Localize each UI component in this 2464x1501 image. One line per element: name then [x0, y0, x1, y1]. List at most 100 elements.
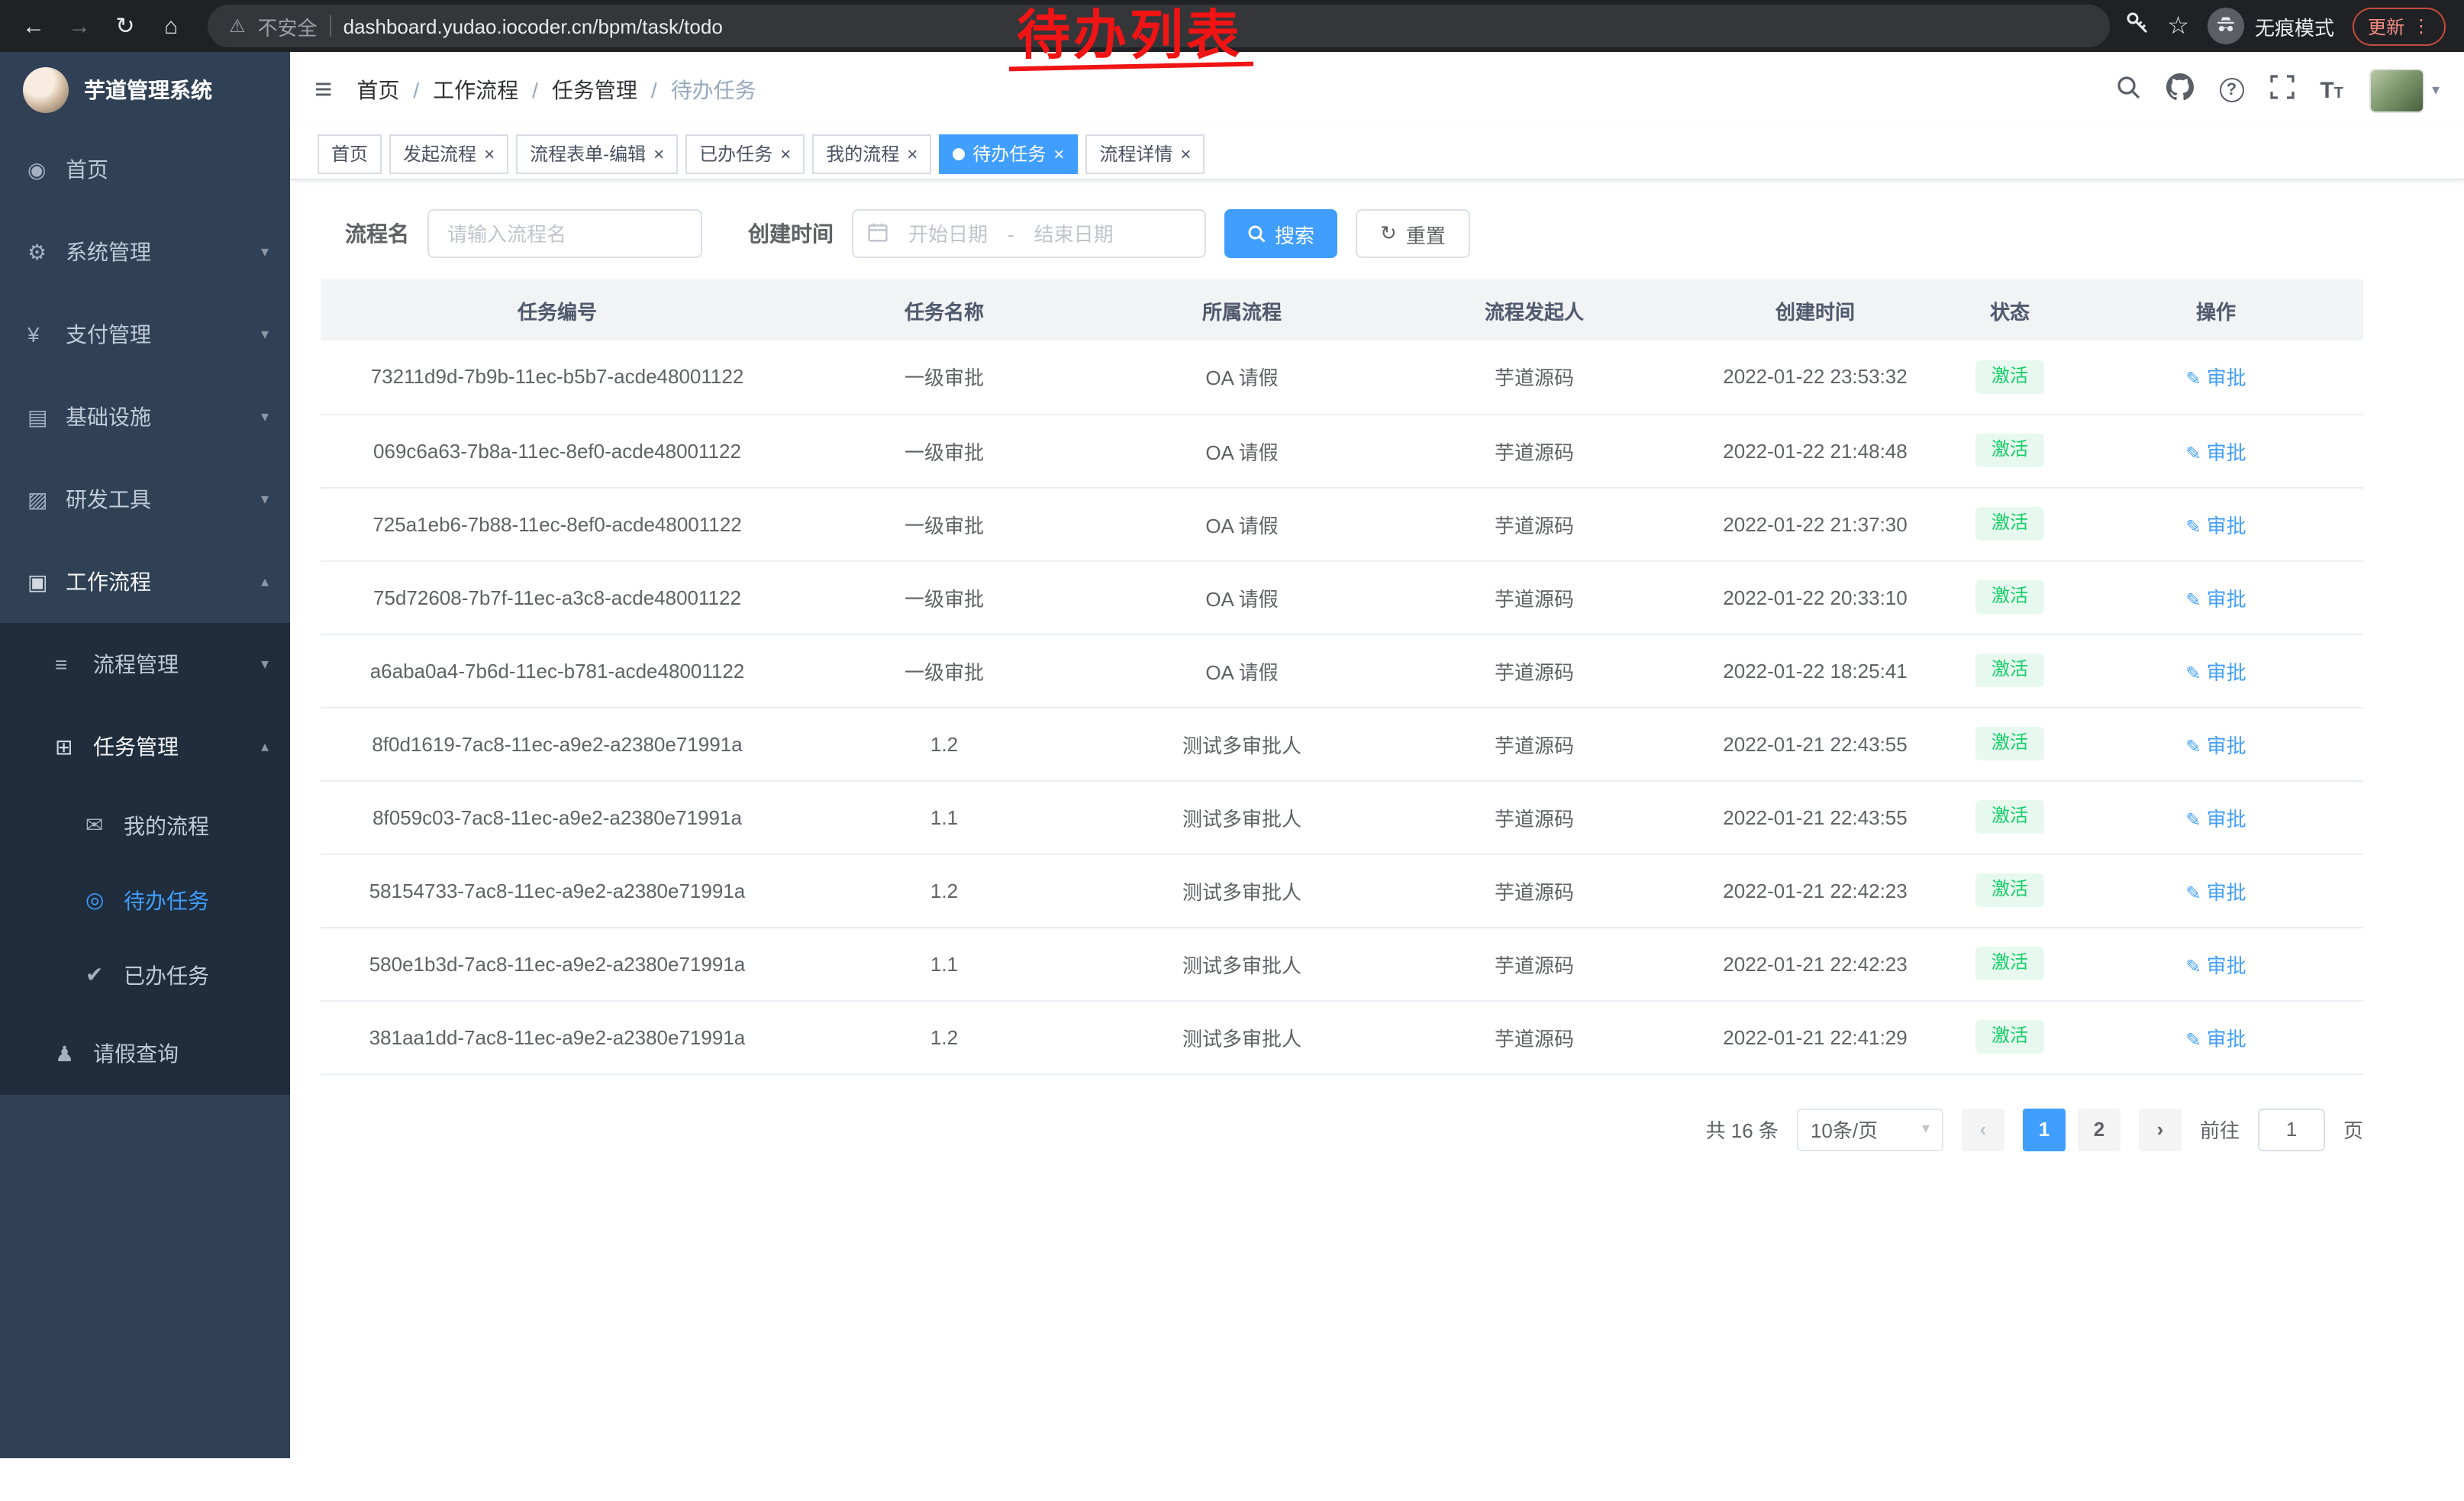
status-badge: 激活 — [1976, 654, 2043, 686]
logo[interactable]: 芋道管理系统 — [0, 52, 290, 128]
cell-task-name: 1.2 — [794, 854, 1095, 927]
cell-created-time: 2022-01-21 22:42:23 — [1679, 927, 1951, 1000]
sidebar-item-todo-task[interactable]: ◎待办任务 — [0, 863, 290, 938]
reset-button[interactable]: ↻ 重置 — [1356, 209, 1470, 258]
sidebar-menu: ◉首页⚙系统管理▾¥支付管理▾▤基础设施▾▨研发工具▾▣工作流程▴≡流程管理▾⊞… — [0, 128, 290, 1095]
approve-link[interactable]: ✎ 审批 — [2185, 954, 2246, 976]
approve-link[interactable]: ✎ 审批 — [2185, 441, 2246, 463]
cell-created-time: 2022-01-21 22:43:55 — [1679, 707, 1951, 780]
tab-我的流程[interactable]: 我的流程 × — [812, 134, 931, 173]
sidebar-item-process-mgmt[interactable]: ≡流程管理▾ — [0, 623, 290, 705]
sidebar-item-workflow[interactable]: ▣工作流程▴ — [0, 541, 290, 623]
sidebar-item-home[interactable]: ◉首页 — [0, 128, 290, 211]
help-icon[interactable]: ? — [2219, 78, 2243, 102]
sidebar-item-system[interactable]: ⚙系统管理▾ — [0, 211, 290, 293]
approve-link[interactable]: ✎ 审批 — [2185, 514, 2246, 537]
cell-task-name: 1.2 — [794, 707, 1095, 780]
approve-link[interactable]: ✎ 审批 — [2185, 660, 2246, 683]
update-button[interactable]: 更新 ⋮ — [2353, 7, 2446, 45]
process-name-input[interactable] — [427, 209, 702, 258]
forward-icon[interactable]: → — [58, 5, 101, 47]
tab-label: 我的流程 — [826, 140, 899, 166]
start-date-input[interactable] — [895, 222, 1001, 245]
close-icon[interactable]: × — [1180, 144, 1191, 163]
filter-bar: 流程名 创建时间 - 搜索 — [321, 209, 2363, 258]
update-label: 更新 — [2368, 13, 2404, 39]
close-icon[interactable]: × — [780, 144, 791, 163]
table-row: 580e1b3d-7ac8-11ec-a9e2-a2380e71991a1.1测… — [321, 927, 2363, 1000]
goto-page-input[interactable] — [2258, 1108, 2325, 1151]
cell-created-time: 2022-01-21 22:43:55 — [1679, 780, 1951, 854]
home-icon[interactable]: ⌂ — [150, 5, 192, 47]
prev-page-button[interactable]: ‹ — [1962, 1108, 2004, 1151]
menu-dots-icon[interactable]: ⋮ — [2412, 15, 2430, 37]
tab-流程表单-编辑[interactable]: 流程表单-编辑× — [516, 134, 678, 173]
tab-label: 流程详情 — [1099, 140, 1172, 166]
approve-link[interactable]: ✎ 审批 — [2185, 807, 2246, 830]
page-button-1[interactable]: 1 — [2023, 1108, 2066, 1151]
table-row: 58154733-7ac8-11ec-a9e2-a2380e71991a1.2测… — [321, 854, 2363, 927]
tab-待办任务[interactable]: 待办任务× — [939, 134, 1078, 173]
cell-initiator: 芋道源码 — [1389, 634, 1679, 707]
table-row: 8f059c03-7ac8-11ec-a9e2-a2380e71991a1.1测… — [321, 780, 2363, 854]
page-size-select[interactable]: 10条/页 ▾ — [1797, 1108, 1943, 1151]
breadcrumb-current: 待办任务 — [671, 75, 756, 105]
table-row: 381aa1dd-7ac8-11ec-a9e2-a2380e71991a1.2测… — [321, 1000, 2363, 1073]
warning-icon: ⚠ — [229, 15, 246, 37]
page-numbers: 12 — [2023, 1108, 2121, 1151]
next-page-button[interactable]: › — [2139, 1108, 2182, 1151]
end-date-input[interactable] — [1021, 222, 1127, 245]
close-icon[interactable]: × — [653, 144, 664, 163]
search-button[interactable]: 搜索 — [1224, 209, 1337, 258]
back-icon[interactable]: ← — [12, 5, 55, 47]
sidebar-item-payment[interactable]: ¥支付管理▾ — [0, 293, 290, 376]
cell-task-name: 1.2 — [794, 1000, 1095, 1073]
table-header-row: 任务编号任务名称所属流程流程发起人创建时间状态操作 — [321, 279, 2363, 341]
edit-icon: ✎ — [2185, 442, 2201, 463]
cell-initiator: 芋道源码 — [1389, 560, 1679, 634]
tab-首页[interactable]: 首页 — [318, 134, 382, 173]
tab-label: 已办任务 — [699, 140, 772, 166]
breadcrumb-task-mgmt[interactable]: 任务管理 — [552, 75, 637, 105]
search-icon[interactable] — [2115, 74, 2140, 106]
page-size-value: 10条/页 — [1811, 1115, 1878, 1144]
github-icon[interactable] — [2166, 73, 2193, 108]
dashboard-icon: ◉ — [27, 157, 66, 182]
breadcrumb-home[interactable]: 首页 — [356, 75, 399, 105]
cell-task-id: 73211d9d-7b9b-11ec-b5b7-acde48001122 — [321, 341, 794, 414]
navbar-actions: ? TT ▾ — [2115, 68, 2440, 112]
approve-link[interactable]: ✎ 审批 — [2185, 367, 2246, 390]
incognito-label: 无痕模式 — [2255, 11, 2334, 40]
approve-link[interactable]: ✎ 审批 — [2185, 734, 2246, 757]
close-icon[interactable]: × — [907, 144, 918, 163]
approve-link[interactable]: ✎ 审批 — [2185, 1027, 2246, 1050]
font-size-icon[interactable]: TT — [2320, 77, 2343, 103]
close-icon[interactable]: × — [1053, 144, 1064, 163]
user-menu[interactable]: ▾ — [2369, 68, 2440, 112]
check-icon: ✔ — [85, 962, 124, 988]
approve-link[interactable]: ✎ 审批 — [2185, 880, 2246, 903]
sidebar-item-task-mgmt[interactable]: ⊞任务管理▴ — [0, 705, 290, 788]
breadcrumb-workflow[interactable]: 工作流程 — [433, 75, 518, 105]
close-icon[interactable]: × — [484, 144, 495, 163]
date-range-picker[interactable]: - — [852, 209, 1206, 258]
hamburger-icon[interactable]: ≡ — [314, 73, 332, 108]
cell-process: 测试多审批人 — [1095, 854, 1389, 927]
app-title: 芋道管理系统 — [84, 75, 212, 105]
fullscreen-icon[interactable] — [2269, 74, 2294, 106]
tab-流程详情[interactable]: 流程详情 × — [1085, 134, 1205, 173]
key-icon[interactable] — [2124, 10, 2149, 42]
sidebar-item-leave-query[interactable]: ♟请假查询 — [0, 1012, 290, 1095]
user-avatar[interactable] — [2369, 68, 2424, 112]
tab-发起流程[interactable]: 发起流程× — [389, 134, 508, 173]
sidebar-item-done-task[interactable]: ✔已办任务 — [0, 938, 290, 1012]
tab-已办任务[interactable]: 已办任务 × — [685, 134, 805, 173]
bookmark-star-icon[interactable]: ☆ — [2167, 11, 2189, 41]
sidebar-item-my-process[interactable]: ✉我的流程 — [0, 788, 290, 863]
approve-link[interactable]: ✎ 审批 — [2185, 587, 2246, 610]
sidebar-item-infrastructure[interactable]: ▤基础设施▾ — [0, 376, 290, 458]
reload-icon[interactable]: ↻ — [104, 5, 147, 47]
sidebar-item-devtools[interactable]: ▨研发工具▾ — [0, 458, 290, 541]
page-button-2[interactable]: 2 — [2078, 1108, 2121, 1151]
eye-icon: ◎ — [85, 887, 124, 913]
